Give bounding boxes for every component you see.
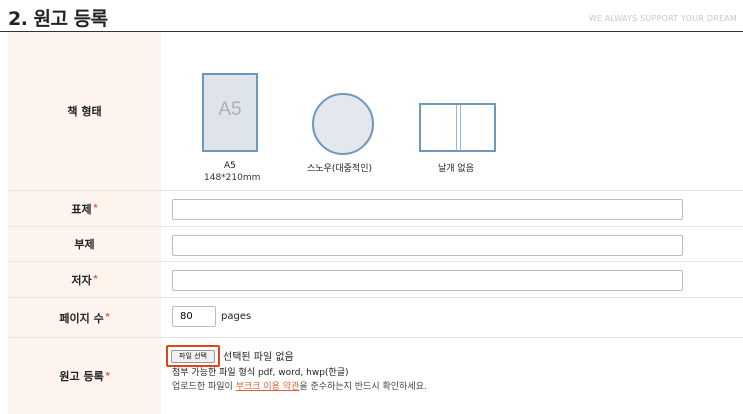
terms-notice: 업로드한 파일이 부크크 이용 약관을 준수하는지 반드시 확인하세요. xyxy=(172,379,427,392)
snow-paper-option[interactable] xyxy=(312,93,374,155)
section-title: 2. 원고 등록 xyxy=(8,8,108,30)
author-label-cell: 저자 * xyxy=(8,262,161,297)
book-spine-line xyxy=(460,105,461,150)
cover-title-row: 표제 * xyxy=(8,191,743,227)
book-type-label-cell: 책 형태 xyxy=(8,32,161,190)
manuscript-form: 책 형태 A5 A5 148*210mm 스노우(대중적인) 날개 없음 표제 * xyxy=(8,32,743,414)
no-file-selected-text: 선택된 파일 없음 xyxy=(223,352,294,363)
required-mark: * xyxy=(105,312,110,323)
author-label: 저자 xyxy=(71,273,92,287)
choose-file-button[interactable]: 파일 선택 xyxy=(171,349,215,363)
cover-title-label: 표제 xyxy=(71,202,92,216)
a5-icon-text: A5 xyxy=(218,99,242,120)
manuscript-label-cell: 원고 등록 * xyxy=(8,338,161,414)
a5-size-option[interactable]: A5 xyxy=(202,73,258,152)
required-mark: * xyxy=(105,370,110,382)
snow-option-label: 스노우(대중적인) xyxy=(307,164,372,174)
file-types-text: 첨부 가능한 파일 형식 pdf, word, hwp(한글) xyxy=(172,368,349,378)
no-flap-option[interactable] xyxy=(419,103,496,152)
terms-link[interactable]: 부크크 이용 약관 xyxy=(236,382,300,392)
a5-option-size: 148*210mm xyxy=(204,173,261,183)
author-value-cell xyxy=(161,262,743,297)
subtitle-label: 부제 xyxy=(74,238,95,251)
terms-notice-prefix: 업로드한 파일이 xyxy=(172,382,236,392)
book-type-row: 책 형태 A5 A5 148*210mm 스노우(대중적인) 날개 없음 xyxy=(8,32,743,191)
required-mark: * xyxy=(93,203,98,214)
a5-option-label: A5 xyxy=(224,161,236,171)
page-count-label: 페이지 수 xyxy=(59,311,104,325)
manuscript-value-cell: 파일 선택 선택된 파일 없음 첨부 가능한 파일 형식 pdf, word, … xyxy=(161,338,743,414)
cover-title-label-cell: 표제 * xyxy=(8,191,161,226)
terms-notice-suffix: 을 준수하는지 반드시 확인하세요. xyxy=(299,382,427,392)
subtitle-input[interactable] xyxy=(172,235,683,256)
page-count-value-cell: pages xyxy=(161,298,743,337)
manuscript-label: 원고 등록 xyxy=(59,370,104,383)
book-spine-line xyxy=(456,105,457,150)
file-button-highlight: 파일 선택 xyxy=(166,345,220,367)
subtitle-label-cell: 부제 xyxy=(8,227,161,261)
author-input[interactable] xyxy=(172,270,683,291)
required-mark: * xyxy=(93,274,98,285)
manuscript-row: 원고 등록 * 파일 선택 선택된 파일 없음 첨부 가능한 파일 형식 pdf,… xyxy=(8,338,743,414)
pages-unit: pages xyxy=(221,311,252,322)
book-type-label: 책 형태 xyxy=(67,105,102,118)
subtitle-value-cell xyxy=(161,227,743,261)
book-type-options: A5 A5 148*210mm 스노우(대중적인) 날개 없음 xyxy=(161,32,743,190)
no-flap-option-label: 날개 없음 xyxy=(438,164,474,174)
slogan-text: WE ALWAYS SUPPORT YOUR DREAM xyxy=(588,14,737,23)
author-row: 저자 * xyxy=(8,262,743,298)
cover-title-value-cell xyxy=(161,191,743,226)
cover-title-input[interactable] xyxy=(172,199,683,220)
section-header: 2. 원고 등록 WE ALWAYS SUPPORT YOUR DREAM xyxy=(0,0,743,32)
subtitle-row: 부제 xyxy=(8,227,743,262)
page-count-label-cell: 페이지 수 * xyxy=(8,298,161,337)
page-count-row: 페이지 수* pages xyxy=(8,298,743,338)
page-count-input[interactable] xyxy=(172,306,216,327)
